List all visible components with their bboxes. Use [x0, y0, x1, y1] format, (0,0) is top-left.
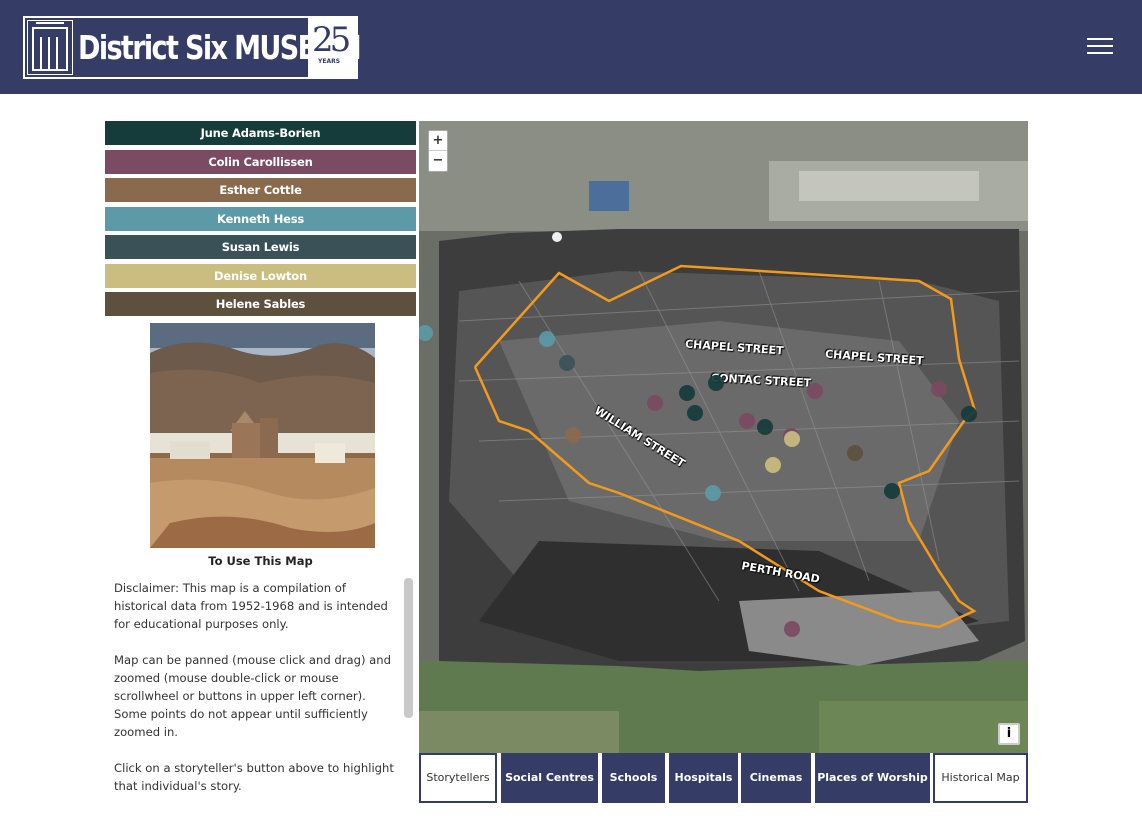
- storyteller-button[interactable]: June Adams-Borien: [105, 121, 416, 145]
- tab-schools[interactable]: Schools: [602, 753, 665, 803]
- tab-historical-map[interactable]: Historical Map: [933, 753, 1028, 803]
- click-paragraph: Click on a storyteller's button above to…: [114, 761, 394, 793]
- story-marker[interactable]: [708, 375, 724, 391]
- top-navbar: District Six MUSEUM 25 YEARS: [0, 0, 1142, 94]
- tab-cinemas[interactable]: Cinemas: [741, 753, 811, 803]
- story-marker[interactable]: [647, 395, 663, 411]
- story-marker[interactable]: [807, 383, 823, 399]
- story-marker[interactable]: [705, 485, 721, 501]
- story-marker[interactable]: [739, 413, 755, 429]
- zoom-out-button[interactable]: −: [429, 151, 447, 171]
- story-marker[interactable]: [679, 385, 695, 401]
- zoom-in-button[interactable]: +: [429, 131, 447, 151]
- story-marker[interactable]: [552, 232, 562, 242]
- storyteller-button[interactable]: Susan Lewis: [105, 235, 416, 259]
- hamburger-menu-icon[interactable]: [1087, 38, 1113, 56]
- tab-social-centres[interactable]: Social Centres: [501, 753, 598, 803]
- map-imagery: [419, 121, 1028, 753]
- district-six-museum-logo[interactable]: District Six MUSEUM 25 YEARS: [23, 16, 362, 79]
- disclaimer-paragraph: Disclaimer: This map is a compilation of…: [114, 581, 388, 631]
- storyteller-button[interactable]: Kenneth Hess: [105, 206, 416, 231]
- anniversary-number: 25: [312, 20, 351, 60]
- story-marker[interactable]: [884, 483, 900, 499]
- instructions-text: Disclaimer: This map is a compilation of…: [114, 579, 399, 819]
- storyteller-button[interactable]: Denise Lowton: [105, 263, 416, 288]
- story-marker[interactable]: [757, 419, 773, 435]
- info-button[interactable]: i: [998, 723, 1020, 745]
- story-marker[interactable]: [784, 621, 800, 637]
- how-to-title: To Use This Map: [208, 554, 313, 568]
- storyteller-button[interactable]: Esther Cottle: [105, 178, 416, 202]
- storyteller-button[interactable]: Colin Carollissen: [105, 149, 416, 174]
- zoom-control: + −: [428, 130, 448, 172]
- story-marker[interactable]: [847, 445, 863, 461]
- tab-hospitals[interactable]: Hospitals: [669, 753, 738, 803]
- instructions-scrollbar[interactable]: [404, 578, 413, 718]
- historical-map[interactable]: CHAPEL STREET CHAPEL STREET CONTAC STREE…: [419, 121, 1028, 753]
- story-marker[interactable]: [687, 405, 703, 421]
- story-marker[interactable]: [931, 381, 947, 397]
- anniversary-years: YEARS: [318, 58, 341, 65]
- story-marker[interactable]: [961, 406, 977, 422]
- story-marker[interactable]: [565, 427, 581, 443]
- storyteller-list: June Adams-Borien Colin Carollissen Esther…: [105, 121, 416, 321]
- story-marker[interactable]: [539, 331, 555, 347]
- anniversary-badge: 25 YEARS: [308, 18, 356, 77]
- museum-building-icon: [27, 20, 73, 75]
- storyteller-button[interactable]: Helene Sables: [105, 292, 416, 316]
- category-tabs: Storytellers Social Centres Schools Hospita…: [419, 753, 1028, 803]
- story-marker[interactable]: [784, 431, 800, 447]
- pan-zoom-paragraph: Map can be panned (mouse click and drag)…: [114, 653, 391, 739]
- storyteller-photo: [150, 323, 375, 548]
- story-marker[interactable]: [765, 457, 781, 473]
- story-marker[interactable]: [559, 355, 575, 371]
- tab-storytellers[interactable]: Storytellers: [419, 753, 497, 803]
- tab-places-of-worship[interactable]: Places of Worship: [815, 753, 930, 803]
